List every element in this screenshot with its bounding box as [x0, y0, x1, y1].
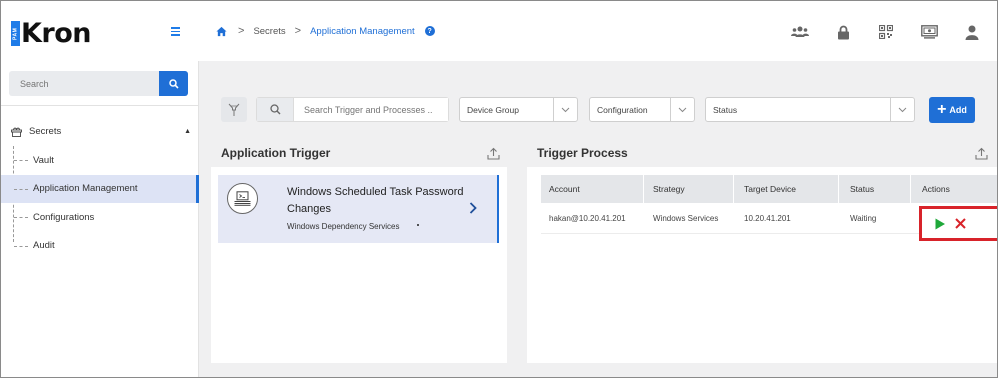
sidebar-item-configurations[interactable]: Configurations	[13, 203, 199, 232]
sidebar-item-label: Audit	[33, 240, 55, 252]
sidebar-group-label: Secrets	[29, 126, 62, 137]
sidebar-item-audit[interactable]: Audit	[13, 232, 199, 261]
device-group-label: Device Group	[467, 104, 519, 115]
column-target-device[interactable]: Target Device	[734, 175, 839, 203]
actions-highlight	[919, 206, 997, 241]
configuration-label: Configuration	[597, 104, 648, 115]
cell-target-device: 10.20.41.201	[744, 213, 791, 223]
sidebar-item-label: Configurations	[33, 211, 95, 223]
breadcrumb-secrets[interactable]: Secrets	[253, 26, 285, 37]
trigger-process-table: Account Strategy Target Device Status Ac…	[541, 175, 997, 241]
status-dot	[417, 224, 419, 226]
trigger-card-title: Windows Scheduled Task Password Changes	[287, 186, 464, 215]
status-select[interactable]: Status	[705, 97, 915, 122]
trigger-search	[256, 97, 449, 122]
chevron-down-icon	[670, 98, 694, 121]
sidebar-search-input[interactable]	[9, 71, 159, 96]
search-icon	[257, 98, 294, 121]
monitor-icon[interactable]	[920, 23, 938, 41]
breadcrumb-application-management[interactable]: Application Management	[310, 26, 415, 37]
cell-status: Waiting	[850, 213, 877, 223]
search-icon	[168, 78, 179, 89]
sidebar-divider	[1, 105, 199, 106]
cancel-icon[interactable]	[955, 218, 966, 229]
column-actions: Actions	[922, 184, 950, 194]
export-icon[interactable]	[975, 147, 988, 160]
sidebar-group-secrets[interactable]: Secrets ▲	[11, 126, 191, 137]
menu-icon[interactable]	[171, 27, 180, 36]
help-icon[interactable]: ?	[424, 26, 435, 36]
table-header: Account Strategy Target Device Status Ac…	[541, 175, 997, 203]
filter-toggle-button[interactable]	[221, 97, 247, 122]
chevron-down-icon	[890, 98, 914, 121]
sidebar: Secrets ▲ Vault Application Management C…	[1, 61, 199, 377]
trigger-process-title: Trigger Process	[537, 146, 628, 160]
application-trigger-panel: Windows Scheduled Task Password Changes …	[211, 167, 507, 363]
play-icon[interactable]	[934, 218, 946, 230]
chevron-right-icon[interactable]	[469, 202, 477, 214]
status-label: Status	[713, 104, 738, 115]
scheduled-task-icon	[227, 183, 258, 214]
sidebar-item-label: Application Management	[33, 183, 138, 195]
user-icon[interactable]	[963, 23, 981, 41]
column-strategy[interactable]: Strategy	[644, 175, 734, 203]
home-icon[interactable]	[216, 26, 227, 37]
breadcrumb: > Secrets > Application Management ?	[216, 25, 435, 37]
sidebar-search-button[interactable]	[159, 71, 188, 96]
plus-icon: +	[937, 101, 947, 118]
application-trigger-title: Application Trigger	[221, 146, 331, 160]
sidebar-item-vault[interactable]: Vault	[13, 146, 199, 175]
sidebar-tree: Vault Application Management Configurati…	[1, 146, 199, 261]
sidebar-item-label: Vault	[33, 154, 54, 166]
chevron-up-icon: ▲	[184, 128, 191, 135]
filter-icon	[228, 103, 240, 116]
trigger-card[interactable]: Windows Scheduled Task Password Changes …	[218, 175, 499, 243]
configuration-select[interactable]: Configuration	[589, 97, 695, 122]
column-status[interactable]: Status	[839, 175, 911, 203]
trigger-process-panel: Account Strategy Target Device Status Ac…	[527, 167, 997, 363]
qr-code-icon[interactable]	[877, 23, 895, 41]
export-icon[interactable]	[487, 147, 500, 160]
kron-logo[interactable]: PAM Kron	[11, 17, 92, 49]
logo-text: Kron	[21, 18, 92, 49]
filter-bar: Device Group Configuration Status + Add	[211, 87, 987, 131]
cell-strategy: Windows Services	[653, 213, 719, 223]
breadcrumb-separator: >	[294, 25, 302, 37]
column-account[interactable]: Account	[541, 175, 644, 203]
chevron-down-icon	[553, 98, 577, 121]
add-button-label: Add	[949, 105, 967, 115]
lock-icon[interactable]	[834, 23, 852, 41]
add-button[interactable]: + Add	[929, 97, 975, 123]
breadcrumb-separator: >	[238, 25, 245, 37]
cell-account: hakan@10.20.41.201	[549, 213, 626, 223]
main-content: Device Group Configuration Status + Add	[199, 61, 997, 377]
app-window: PAM Kron > Secrets > Application Managem…	[0, 0, 998, 378]
top-icons	[766, 23, 981, 41]
trigger-card-subtitle: Windows Dependency Services	[287, 222, 400, 231]
trigger-search-input[interactable]	[294, 98, 448, 121]
logo-badge: PAM	[11, 21, 20, 46]
top-bar: PAM Kron > Secrets > Application Managem…	[1, 1, 997, 61]
users-icon[interactable]	[791, 23, 809, 41]
device-group-select[interactable]: Device Group	[459, 97, 578, 122]
sidebar-item-application-management[interactable]: Application Management	[1, 174, 199, 203]
sidebar-search	[9, 71, 188, 96]
secrets-icon	[11, 127, 22, 137]
